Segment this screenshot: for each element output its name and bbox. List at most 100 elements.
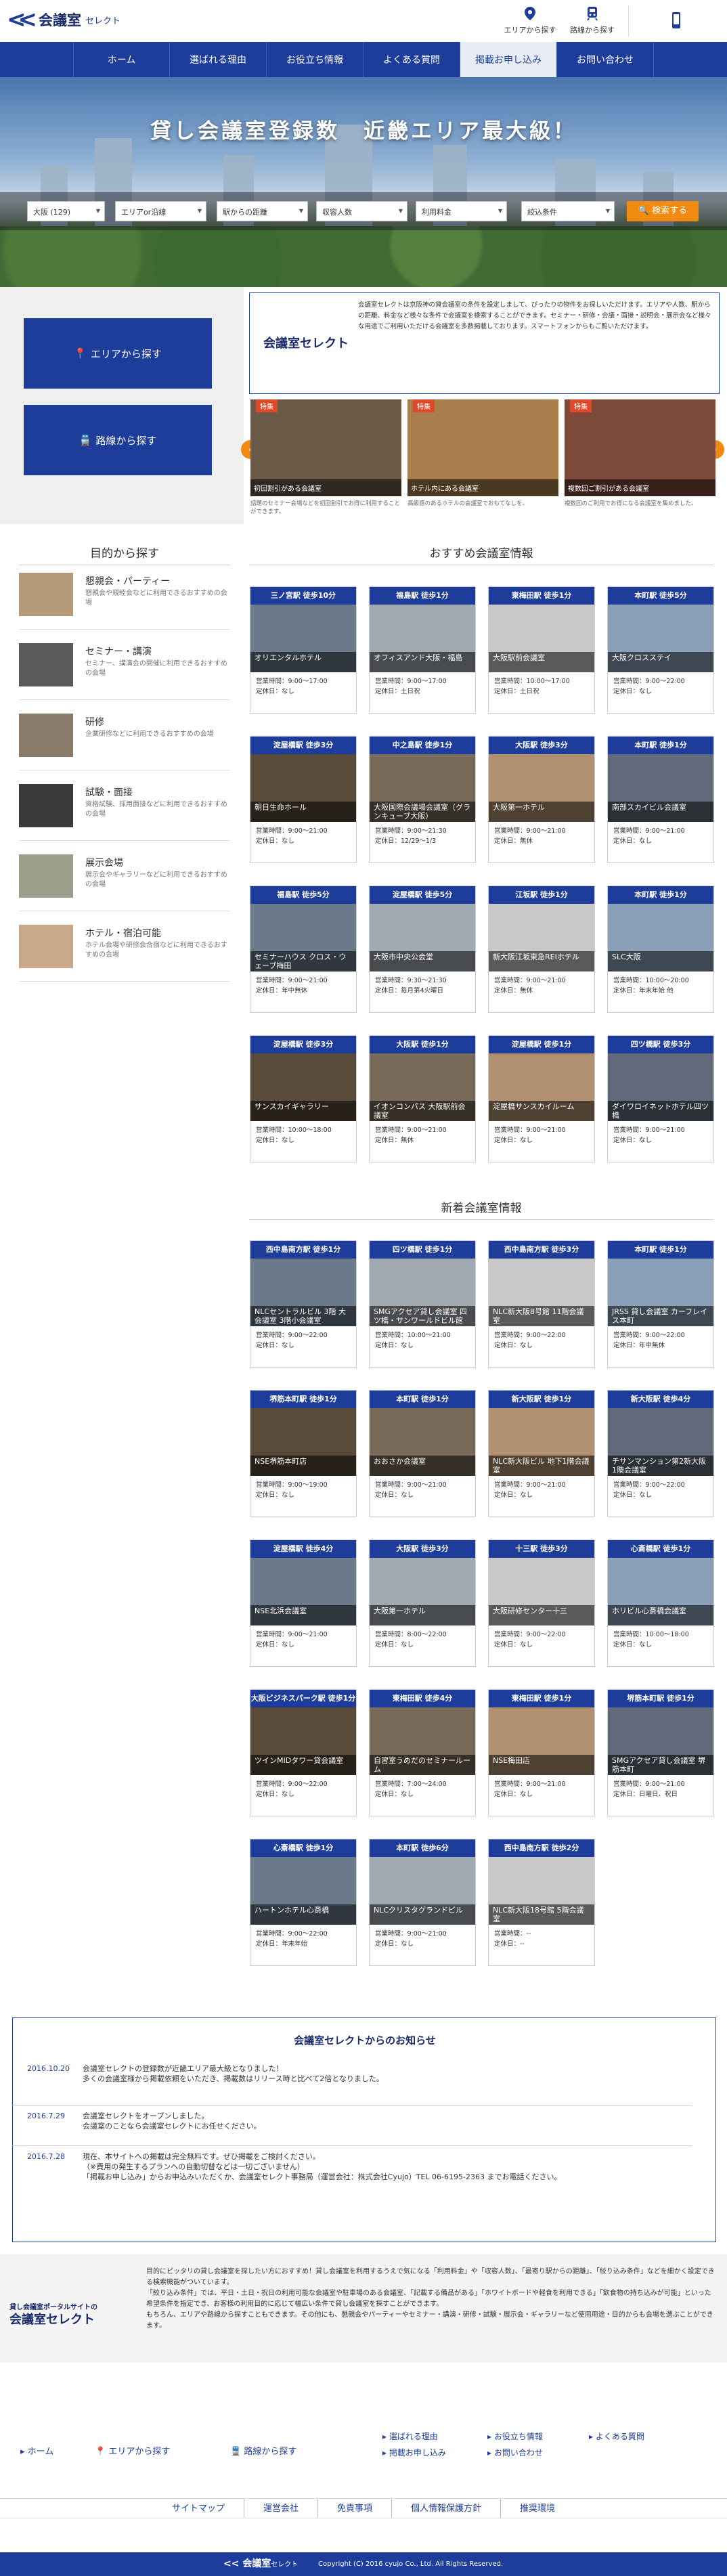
- room-name: セミナーハウス クロス・ウェーブ梅田: [250, 951, 356, 972]
- select-price[interactable]: 利用料金: [416, 201, 507, 221]
- room-card[interactable]: 西中島南方駅 徒歩1分 NLCセントラルビル 3階 大会議室 3階小会議室 営業時間…: [250, 1240, 357, 1368]
- footer-link-tips[interactable]: ▸ お役立ち情報: [487, 2430, 543, 2442]
- footer-privacy[interactable]: 個人情報保護方針: [391, 2499, 500, 2518]
- purpose-item[interactable]: 懇親会・パーティー 懇親会や親睦会などに利用できるおすすめの会場: [19, 567, 230, 630]
- room-card[interactable]: 淀屋橋駅 徒歩1分 淀屋橋サンスカイルーム 営業時間：9:00〜21:00 定休日：な…: [488, 1035, 595, 1162]
- room-card[interactable]: 江坂駅 徒歩1分 新大阪江坂東急REIホテル 営業時間：9:00〜21:00 定休日：…: [488, 886, 595, 1013]
- room-card[interactable]: 十三駅 徒歩3分 大阪研修センター十三 営業時間：9:00〜22:00 定休日：なし: [488, 1540, 595, 1667]
- room-card[interactable]: 福島駅 徒歩5分 セミナーハウス クロス・ウェーブ梅田 営業時間：9:00〜21:0…: [250, 886, 357, 1013]
- footer-environment[interactable]: 推奨環境: [500, 2499, 574, 2518]
- nav-listing[interactable]: 掲載お申し込み: [460, 42, 557, 77]
- footer-link-home[interactable]: ▸ ホーム: [20, 2444, 53, 2457]
- purpose-item[interactable]: 展示会場 展示会やギャラリーなどに利用できるおすすめの会場: [19, 849, 230, 911]
- room-hours: 営業時間：9:00〜21:00: [494, 1481, 566, 1489]
- select-capacity[interactable]: 収容人数: [316, 201, 407, 221]
- room-card[interactable]: 本町駅 徒歩1分 SLC大阪 営業時間：10:00〜20:00 定休日：年末年始 他: [607, 886, 714, 1013]
- search-button[interactable]: 🔍 検索する: [627, 201, 699, 221]
- nav-faq[interactable]: よくある質問: [364, 42, 460, 77]
- select-area-line[interactable]: エリアor沿線: [115, 201, 206, 221]
- purpose-item[interactable]: 試験・面接 資格試験、採用面接などに利用できるおすすめの会場: [19, 779, 230, 841]
- site-logo[interactable]: << 会議室 セレクト: [7, 8, 120, 31]
- room-hours: 営業時間：10:00〜17:00: [494, 678, 570, 685]
- nav-contact[interactable]: お問い合わせ: [557, 42, 654, 77]
- footer-link-label: お問い合わせ: [493, 2448, 543, 2458]
- room-info: 営業時間：10:00〜18:00 定休日：なし: [613, 1630, 689, 1650]
- footer-link-area[interactable]: 📍 エリアから探す: [95, 2444, 170, 2457]
- footer-link-contact[interactable]: ▸ お問い合わせ: [487, 2447, 543, 2458]
- side-line-button[interactable]: 🚆 路線から探す: [24, 405, 212, 475]
- footer-link-reasons[interactable]: ▸ 選ばれる理由: [382, 2430, 438, 2442]
- feature-card[interactable]: 特集 初回割引がある会議室: [250, 399, 401, 496]
- room-closed: 定休日：無休: [494, 987, 533, 995]
- station-label: 大阪ビジネスパーク駅 徒歩1分: [250, 1690, 356, 1707]
- room-card[interactable]: 四ツ橋駅 徒歩1分 SMGアクセア貸し会議室 四ツ橋・サンワールドビル館 営業時間：…: [369, 1240, 476, 1368]
- room-card[interactable]: 東梅田駅 徒歩4分 自習室うめだのセミナールーム 営業時間：7:00〜24:00 定休…: [369, 1689, 476, 1816]
- room-card[interactable]: 大阪駅 徒歩3分 大阪第一ホテル 営業時間：9:00〜21:00 定休日：無休: [488, 736, 595, 863]
- side-area-button[interactable]: 📍 エリアから探す: [24, 318, 212, 389]
- room-closed: 定休日：なし: [375, 1491, 414, 1499]
- room-card[interactable]: 本町駅 徒歩1分 JRSS 貸し会議室 カーフレイス本町 営業時間：9:00〜22:…: [607, 1240, 714, 1368]
- room-card[interactable]: 淀屋橋駅 徒歩4分 NSE北浜会議室 営業時間：9:00〜21:00 定休日：なし: [250, 1540, 357, 1667]
- header-line-button[interactable]: 路線から探す: [562, 1, 623, 41]
- room-card[interactable]: 本町駅 徒歩5分 大阪クロスステイ 営業時間：9:00〜22:00 定休日：なし: [607, 586, 714, 714]
- header-phone-button[interactable]: [628, 5, 723, 37]
- room-card[interactable]: 堺筋本町駅 徒歩1分 SMGアクセア貸し会議室 堺筋本町 営業時間：9:00〜21:…: [607, 1689, 714, 1816]
- room-card[interactable]: 淀屋橋駅 徒歩3分 サンスカイギャラリー 営業時間：10:00〜18:00 定休日：な…: [250, 1035, 357, 1162]
- room-card[interactable]: 福島駅 徒歩1分 オフィスアンド大阪・福島 営業時間：9:00〜17:00 定休日：土…: [369, 586, 476, 714]
- purpose-item[interactable]: 研修 企業研修などに利用できるおすすめの会場: [19, 708, 230, 770]
- room-card[interactable]: 西中島南方駅 徒歩2分 NLC新大阪18号館 5階会議室 営業時間：-- 定休日：--: [488, 1839, 595, 1966]
- room-name: SMGアクセア貸し会議室 堺筋本町: [608, 1755, 713, 1775]
- room-card[interactable]: 新大阪駅 徒歩4分 チサンマンション第2新大阪 1階会議室 営業時間：9:00〜22…: [607, 1390, 714, 1517]
- room-card[interactable]: 大阪駅 徒歩3分 大阪第一ホテル 営業時間：8:00〜22:00 定休日：なし: [369, 1540, 476, 1667]
- nav-tips[interactable]: お役立ち情報: [267, 42, 364, 77]
- nav-reasons[interactable]: 選ばれる理由: [170, 42, 267, 77]
- footer-link-line[interactable]: 🚆 路線から探す: [230, 2444, 296, 2457]
- select-filter[interactable]: 絞込条件: [521, 201, 615, 221]
- room-card[interactable]: 中之島駅 徒歩1分 大阪国際会議場会議室（グランキューブ大阪） 営業時間：9:00〜…: [369, 736, 476, 863]
- footer-sitemap[interactable]: サイトマップ: [153, 2499, 244, 2518]
- room-card[interactable]: 四ツ橋駅 徒歩3分 ダイワロイネットホテル四ツ橋 営業時間：9:00〜21:00 定休…: [607, 1035, 714, 1162]
- room-card[interactable]: 西中島南方駅 徒歩3分 NLC新大阪8号館 11階会議室 営業時間：9:00〜22:…: [488, 1240, 595, 1368]
- station-label: 福島駅 徒歩5分: [250, 886, 356, 904]
- footer-link-faq[interactable]: ▸ よくある質問: [589, 2430, 644, 2442]
- intro-box: 会議室セレクト 会議室セレクトは京阪神の貸会議室の条件を設定しまして、ぴったりの…: [249, 292, 720, 394]
- feature-card[interactable]: 特集 ホテル内にある会議室: [407, 399, 558, 496]
- footer-link-listing[interactable]: ▸ 掲載お申し込み: [382, 2447, 446, 2458]
- room-card[interactable]: 三ノ宮駅 徒歩10分 オリエンタルホテル 営業時間：9:00〜17:00 定休日：なし: [250, 586, 357, 714]
- room-card[interactable]: 東梅田駅 徒歩1分 NSE梅田店 営業時間：9:00〜21:00 定休日：なし: [488, 1689, 595, 1816]
- footer-company[interactable]: 運営会社: [243, 2499, 317, 2518]
- purpose-item[interactable]: セミナー・講演 セミナー、講演会の開催に利用できるおすすめの会場: [19, 638, 230, 700]
- room-card[interactable]: 本町駅 徒歩1分 おおさか会議室 営業時間：9:00〜21:00 定休日：なし: [369, 1390, 476, 1517]
- room-card[interactable]: 本町駅 徒歩1分 南部スカイビル会議室 営業時間：9:00〜21:00 定休日：なし: [607, 736, 714, 863]
- select-prefecture[interactable]: 大阪 (129): [27, 201, 105, 221]
- room-name: チサンマンション第2新大阪 1階会議室: [608, 1456, 713, 1476]
- nav-home[interactable]: ホーム: [73, 42, 170, 77]
- feature-card[interactable]: 特集 複数回ご割引がある会議室: [565, 399, 715, 496]
- room-card[interactable]: 大阪駅 徒歩1分 イオンコンパス 大阪駅前会議室 営業時間：9:00〜21:00 定休…: [369, 1035, 476, 1162]
- header-area-button[interactable]: エリアから探す: [500, 1, 560, 41]
- room-card[interactable]: 東梅田駅 徒歩1分 大阪駅前会議室 営業時間：10:00〜17:00 定休日：土日祝: [488, 586, 595, 714]
- room-card[interactable]: 心斎橋駅 徒歩1分 ハートンホテル心斎橋 営業時間：9:00〜22:00 定休日：年末…: [250, 1839, 357, 1966]
- room-card[interactable]: 本町駅 徒歩6分 NLCクリスタグランドビル 営業時間：9:00〜21:00 定休日：…: [369, 1839, 476, 1966]
- room-card[interactable]: 大阪ビジネスパーク駅 徒歩1分 ツインMIDタワー貸会議室 営業時間：9:00〜22…: [250, 1689, 357, 1816]
- recommend-title: おすすめ会議室情報: [249, 544, 713, 565]
- room-card[interactable]: 淀屋橋駅 徒歩5分 大阪市中央公会堂 営業時間：9:30〜21:30 定休日：毎月第4…: [369, 886, 476, 1013]
- feature-tag: 特集: [570, 399, 592, 412]
- purpose-photo: [19, 854, 73, 898]
- room-card[interactable]: 心斎橋駅 徒歩1分 ホリビル心斎橋会議室 営業時間：10:00〜18:00 定休日：な…: [607, 1540, 714, 1667]
- room-card[interactable]: 新大阪駅 徒歩1分 NLC新大阪ビル 地下1階会議室 営業時間：9:00〜21:00…: [488, 1390, 595, 1517]
- news-item: 2016.7.28 現在、本サイトへの掲載は完全無料です。ぜひ掲載をご検討くださ…: [12, 2146, 692, 2193]
- footer-disclaimer[interactable]: 免責事項: [317, 2499, 391, 2518]
- purpose-item[interactable]: ホテル・宿泊可能 ホテル会場や研修会合宿などに利用できるおすすめの会場: [19, 919, 230, 982]
- station-label: 四ツ橋駅 徒歩1分: [370, 1241, 475, 1259]
- purpose-photo: [19, 643, 73, 686]
- select-distance[interactable]: 駅からの距離: [217, 201, 308, 221]
- room-card[interactable]: 淀屋橋駅 徒歩3分 朝日生命ホール 営業時間：9:00〜21:00 定休日：なし: [250, 736, 357, 863]
- news-date: 2016.10.20: [27, 2064, 70, 2073]
- map-pin-icon: [525, 7, 535, 20]
- room-name: JRSS 貸し会議室 カーフレイス本町: [608, 1306, 713, 1326]
- room-hours: 営業時間：9:30〜21:30: [375, 977, 447, 984]
- room-card[interactable]: 堺筋本町駅 徒歩1分 NSE堺筋本町店 営業時間：9:00〜19:00 定休日：なし: [250, 1390, 357, 1517]
- feature-desc: 複数回のご利用でお得になる会議室を集めました。: [565, 500, 697, 507]
- purpose-item-desc: セミナー、講演会の開催に利用できるおすすめの会場: [85, 660, 227, 677]
